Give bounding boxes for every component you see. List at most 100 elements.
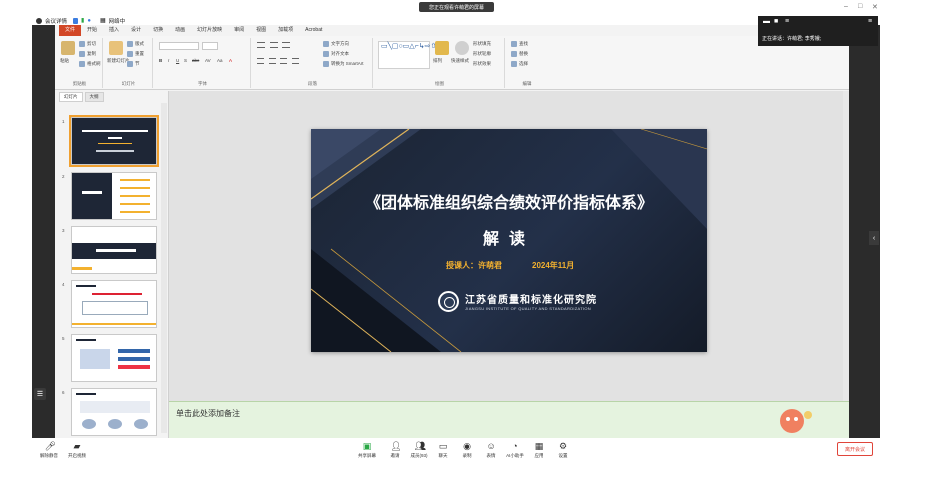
globe-icon: ● (87, 17, 91, 24)
minimize-icon[interactable]: – (844, 3, 848, 10)
justify-icon (292, 58, 300, 64)
cut-button[interactable]: 剪切 (79, 41, 96, 47)
smartart-button[interactable]: 转换为 SmartArt (323, 61, 364, 67)
reaction-icon: ☺ (486, 441, 496, 451)
ai-assistant-icon: ◔ (512, 441, 518, 451)
unmute-button[interactable]: 🎤︎ 解除静音 (35, 442, 63, 459)
shape-fill-button[interactable]: 形状填充 (473, 41, 491, 47)
group-clipboard: 粘贴 剪切 复制 格式刷 剪贴板 (57, 38, 103, 88)
slide-thumbnail-5[interactable] (71, 334, 157, 382)
section-button[interactable]: 节 (127, 61, 140, 67)
change-case-button[interactable]: Aa (217, 58, 223, 63)
smartart-icon (323, 61, 329, 67)
ribbon-tabs: 文件 开始 插入 设计 切换 动画 幻灯片放映 审阅 视图 加载项 Acroba… (55, 25, 849, 36)
shadow-button[interactable]: S (184, 58, 187, 63)
align-right-icon (280, 58, 288, 64)
find-button[interactable]: 查找 (511, 41, 528, 47)
settings-button[interactable]: ⚙ 设置 (549, 442, 577, 459)
start-video-button[interactable]: ▰ 开启视频 (63, 442, 91, 459)
align-left-icon (257, 58, 264, 64)
collapse-panel-icon[interactable]: ‹ (869, 231, 879, 245)
grid-icon: ▦ (99, 18, 106, 24)
group-label-slides: 幻灯片 (121, 81, 136, 86)
tab-insert[interactable]: 插入 (103, 25, 125, 36)
shape-outline-button[interactable]: 形状轮廓 (473, 51, 491, 57)
layout-icon[interactable]: ≡ (868, 18, 872, 25)
sidebar-toggle-icon[interactable]: ☰ (34, 388, 46, 400)
close-icon[interactable]: ✕ (872, 3, 878, 11)
arrange-icon[interactable] (435, 41, 449, 55)
new-slide-icon[interactable] (109, 41, 123, 55)
tab-outline[interactable]: 大纲 (84, 92, 104, 102)
group-label-font: 字体 (198, 81, 207, 86)
underline-button[interactable]: U (176, 58, 179, 63)
meeting-window: 会议详情 ▮ ● ▦ 网络中 您正在观看许萌君的屏幕 – □ ✕ 文件 开始 插… (0, 0, 926, 485)
numbering-icon (269, 42, 278, 48)
current-slide[interactable]: 《团体标准组织综合绩效评价指标体系》 解读 授课人：许萌君 2024年11月 江… (311, 129, 707, 352)
slide-thumbnail-3[interactable] (71, 226, 157, 274)
slide-thumbnail-2[interactable] (71, 172, 157, 220)
arrange-button[interactable]: 排列 (433, 58, 442, 64)
maximize-icon[interactable]: □ (858, 3, 862, 10)
tab-addins[interactable]: 加载项 (272, 25, 299, 36)
tab-slideshow[interactable]: 幻灯片放映 (191, 25, 228, 36)
paste-button[interactable]: 粘贴 (60, 58, 69, 64)
font-family-dropdown[interactable] (159, 42, 199, 50)
align-buttons[interactable] (257, 58, 317, 65)
thumbnail-scrollbar[interactable] (161, 103, 167, 433)
tab-animations[interactable]: 动画 (169, 25, 191, 36)
group-paragraph: 文字方向 对齐文本 转换为 SmartArt 段落 (253, 38, 373, 88)
notes-pane[interactable]: 单击此处添加备注 (169, 401, 849, 438)
quick-styles-icon[interactable] (455, 41, 469, 55)
align-text-icon (323, 51, 329, 57)
slide-thumbnail-6[interactable] (71, 388, 157, 436)
font-color-button[interactable]: A (229, 58, 232, 63)
replace-button[interactable]: 替换 (511, 51, 528, 57)
char-spacing-button[interactable]: AV (205, 58, 211, 63)
select-icon (511, 61, 517, 67)
copy-button[interactable]: 复制 (79, 51, 96, 57)
slide-org-english: JIANGSU INSTITUTE OF QUALITY AND STANDAR… (465, 306, 591, 311)
tab-acrobat[interactable]: Acrobat (299, 25, 328, 36)
tab-review[interactable]: 审阅 (228, 25, 250, 36)
list-buttons[interactable] (257, 42, 317, 49)
slide-thumbnail-1[interactable] (69, 115, 159, 167)
text-direction-icon (323, 41, 329, 47)
meeting-details-button[interactable]: 会议详情 ▮ ● ▦ 网络中 (36, 16, 125, 25)
group-label-editing: 编辑 (522, 81, 532, 86)
tab-transitions[interactable]: 切换 (147, 25, 169, 36)
tab-view[interactable]: 视图 (250, 25, 272, 36)
italic-button[interactable]: I (168, 58, 169, 63)
slide-number: 4 (62, 282, 65, 287)
shapes-gallery[interactable]: ▭╲▢○▭△⌐↳⇨⇧☆{} (378, 41, 447, 69)
layout-icon (127, 41, 133, 47)
tab-design[interactable]: 设计 (125, 25, 147, 36)
leave-meeting-button[interactable]: 离开会议 (837, 442, 873, 456)
font-size-dropdown[interactable] (202, 42, 218, 50)
tab-home[interactable]: 开始 (81, 25, 103, 36)
strikethrough-button[interactable]: abc (192, 58, 199, 63)
layout-button[interactable]: 版式 (127, 41, 144, 47)
reset-button[interactable]: 重置 (127, 51, 144, 57)
share-banner[interactable]: 您正在观看许萌君的屏幕 (419, 2, 494, 12)
select-button[interactable]: 选择 (511, 61, 528, 67)
align-text-button[interactable]: 对齐文本 (323, 51, 349, 57)
text-direction-button[interactable]: 文字方向 (323, 41, 349, 47)
shape-effects-button[interactable]: 形状效果 (473, 61, 491, 67)
tab-slides[interactable]: 幻灯片 (59, 92, 83, 102)
slide-scrollbar[interactable] (843, 91, 849, 401)
bold-button[interactable]: B (159, 58, 162, 63)
list-view-icon[interactable]: ≡ (785, 18, 789, 25)
slide-thumbnail-4[interactable] (71, 280, 157, 328)
camera-icon: ▰ (73, 441, 81, 451)
quick-styles-button[interactable]: 快速样式 (451, 58, 469, 64)
share-screen-button[interactable]: ▣ 共享屏幕 (353, 442, 381, 459)
institute-logo-icon (438, 291, 459, 312)
slide-number: 2 (62, 174, 65, 179)
tab-file[interactable]: 文件 (59, 25, 82, 36)
format-painter-button[interactable]: 格式刷 (79, 61, 101, 67)
reset-icon (127, 51, 133, 57)
minimize-panel-icon[interactable]: ▬ (763, 18, 770, 25)
paste-icon[interactable] (61, 41, 75, 55)
video-view-icon[interactable]: ■ (774, 18, 778, 25)
